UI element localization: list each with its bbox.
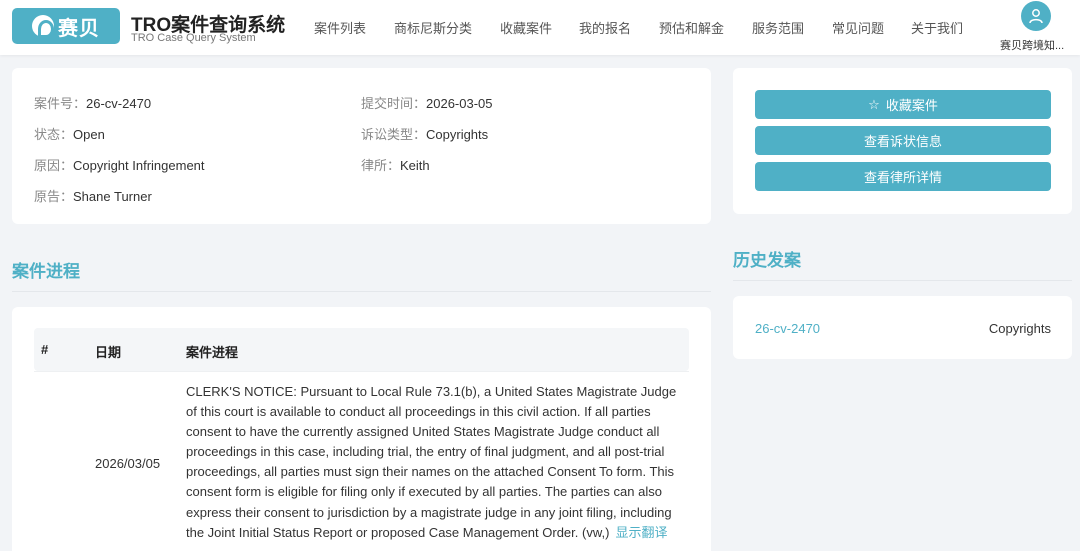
case-type-value: Copyrights: [426, 127, 489, 142]
case-type-label: 诉讼类型：: [361, 127, 427, 142]
law-firm-row: 律所：Keith: [361, 155, 430, 174]
logo-icon: [32, 15, 54, 38]
nav-favorites[interactable]: 收藏案件: [500, 18, 552, 37]
column-progress: 案件进程: [186, 345, 239, 360]
history-card: 26-cv-2470 Copyrights: [733, 296, 1072, 359]
logo-text: 赛贝: [58, 17, 100, 40]
filed-date-row: 提交时间：2026-03-05: [361, 93, 493, 112]
cause-value: Copyright Infringement: [73, 158, 205, 173]
case-number-label: 案件号：: [34, 96, 87, 111]
progress-title: 案件进程: [12, 262, 80, 281]
nav-nice-classes[interactable]: 商标尼斯分类: [394, 18, 472, 37]
history-divider: [733, 280, 1072, 281]
case-type-row: 诉讼类型：Copyrights: [361, 124, 488, 143]
history-case-link[interactable]: 26-cv-2470: [755, 321, 820, 336]
table-header: # 日期 案件进程: [34, 328, 689, 371]
plaintiff-value: Shane Turner: [73, 189, 152, 204]
cause-label: 原因：: [34, 158, 74, 173]
nav-faq[interactable]: 常见问题: [832, 18, 884, 37]
app-subtitle: TRO Case Query System: [131, 32, 256, 44]
status-row: 状态：Open: [34, 124, 105, 143]
row-separator: [34, 371, 689, 372]
row-date: 2026/03/05: [95, 456, 161, 471]
filed-date-value: 2026-03-05: [426, 96, 493, 111]
view-law-firm-button[interactable]: 查看律所详情: [755, 162, 1051, 191]
progress-divider: [12, 291, 711, 292]
user-name[interactable]: 赛贝跨境知...: [1000, 37, 1064, 53]
progress-text: CLERK'S NOTICE: Pursuant to Local Rule 7…: [186, 384, 677, 540]
logo[interactable]: 赛贝: [12, 8, 120, 44]
cause-row: 原因：Copyright Infringement: [34, 155, 205, 174]
favorite-case-label: 收藏案件: [885, 98, 938, 113]
law-firm-label: 律所：: [361, 158, 401, 173]
top-header: 赛贝 TRO案件查询系统 TRO Case Query System 案件列表 …: [0, 0, 1080, 55]
nav-my-signups[interactable]: 我的报名: [579, 18, 631, 37]
row-progress-text: CLERK'S NOTICE: Pursuant to Local Rule 7…: [186, 382, 686, 543]
status-label: 状态：: [34, 127, 74, 142]
avatar[interactable]: [1021, 1, 1051, 31]
nav-case-list[interactable]: 案件列表: [314, 18, 366, 37]
progress-card: # 日期 案件进程 2026/03/05 CLERK'S NOTICE: Pur…: [12, 307, 711, 551]
user-icon: [1029, 9, 1043, 24]
nav-settlement-estimate[interactable]: 预估和解金: [659, 18, 724, 37]
filed-date-label: 提交时间：: [361, 96, 427, 111]
favorite-case-button[interactable]: ☆ 收藏案件: [755, 90, 1051, 119]
actions-card: ☆ 收藏案件 查看诉状信息 查看律所详情: [733, 68, 1072, 214]
case-info-card: 案件号：26-cv-2470 提交时间：2026-03-05 状态：Open 诉…: [12, 68, 711, 224]
law-firm-value: Keith: [400, 158, 430, 173]
plaintiff-label: 原告：: [34, 189, 74, 204]
case-number-value: 26-cv-2470: [86, 96, 152, 111]
column-index: #: [41, 342, 49, 357]
history-title: 历史发案: [733, 251, 801, 270]
nav-service-scope[interactable]: 服务范围: [752, 18, 804, 37]
show-translation-link[interactable]: 显示翻译: [615, 525, 667, 540]
plaintiff-row: 原告：Shane Turner: [34, 186, 152, 205]
view-complaint-button[interactable]: 查看诉状信息: [755, 126, 1051, 155]
status-value: Open: [73, 127, 105, 142]
case-number-row: 案件号：26-cv-2470: [34, 93, 151, 112]
nav-about[interactable]: 关于我们: [911, 18, 963, 37]
column-date: 日期: [95, 345, 122, 360]
star-icon: ☆: [868, 96, 880, 112]
history-case-type: Copyrights: [988, 321, 1051, 336]
